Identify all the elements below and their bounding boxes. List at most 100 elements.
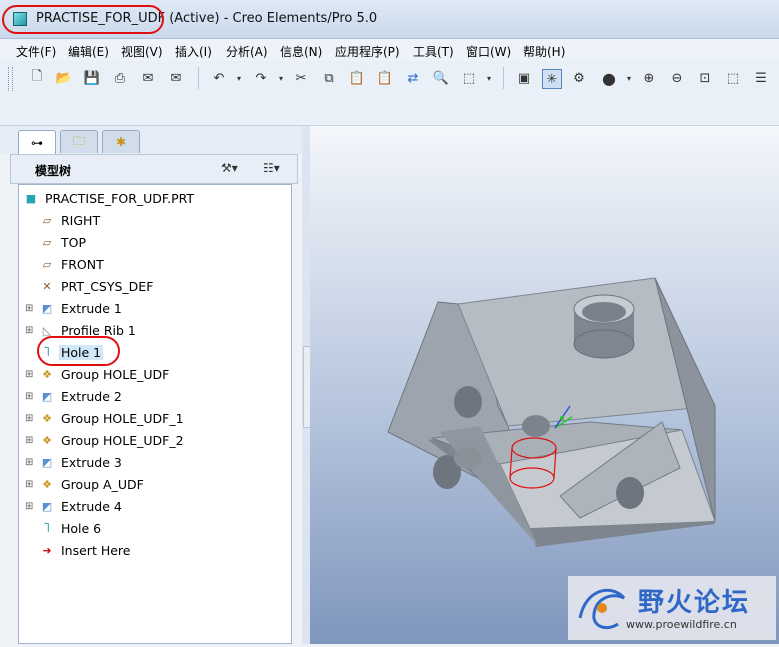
expand-icon[interactable]: ⊞	[25, 303, 35, 314]
datum-plane-icon: ▱	[42, 257, 52, 271]
tree-item[interactable]: ➜ Insert Here	[19, 540, 132, 560]
redo-icon[interactable]: ↷	[252, 69, 270, 87]
watermark-en: www.proewildfire.cn	[626, 618, 737, 631]
tree-item[interactable]: ⊞ ❖ Group HOLE_UDF_2	[19, 430, 186, 450]
model-tree-title: 模型树	[35, 164, 72, 178]
tree-item[interactable]: Ⴈ Hole 6	[19, 518, 103, 538]
annotation-icon[interactable]: ⬚	[724, 69, 742, 87]
group-icon: ❖	[42, 411, 52, 425]
zoom-out-icon[interactable]: ⊖	[668, 69, 686, 87]
layers-icon[interactable]: ☰	[752, 69, 770, 87]
send-mail-icon[interactable]: ✉	[167, 69, 185, 87]
menu-bar: 文件(F) 编辑(E) 视图(V) 插入(I) 分析(A) 信息(N) 应用程序…	[0, 39, 779, 61]
datum-plane-icon: ▱	[42, 213, 52, 227]
tree-item[interactable]: ⊞ ❖ Group HOLE_UDF_1	[19, 408, 186, 428]
spin-center-icon[interactable]: ✳	[542, 69, 562, 89]
paste-special-icon[interactable]: 📋	[376, 69, 394, 87]
shade-icon[interactable]: ●	[600, 69, 618, 88]
select-dropdown-icon[interactable]: ▾	[480, 69, 498, 87]
tree-item[interactable]: ⊞ ◩ Extrude 2	[19, 386, 124, 406]
open-icon[interactable]: 📂	[55, 69, 73, 87]
extrude-icon: ◩	[41, 499, 53, 513]
print-icon[interactable]: ⎙	[111, 69, 129, 87]
menu-window[interactable]: 窗口(W)	[466, 43, 511, 60]
tree-item[interactable]: ▱ TOP	[19, 232, 88, 252]
graphics-viewport[interactable]	[310, 126, 779, 644]
menu-tools[interactable]: 工具(T)	[413, 43, 454, 60]
group-icon: ❖	[42, 477, 52, 491]
tree-settings-icon[interactable]: ⚒▾	[221, 161, 238, 175]
menu-applications[interactable]: 应用程序(P)	[335, 43, 400, 60]
menu-insert[interactable]: 插入(I)	[175, 43, 212, 60]
undo-dropdown-icon[interactable]: ▾	[230, 69, 248, 87]
new-icon[interactable]: 🗋	[28, 69, 46, 87]
expand-icon[interactable]: ⊞	[25, 413, 35, 424]
tree-icon: ⊶	[31, 135, 43, 150]
tree-columns-icon[interactable]: ☷▾	[263, 161, 280, 175]
send-icon[interactable]: ✉	[139, 69, 157, 87]
tree-item[interactable]: ▱ RIGHT	[19, 210, 102, 230]
tree-item-label: FRONT	[61, 256, 104, 272]
toolbar-separator	[198, 67, 199, 89]
tree-item-label: PRT_CSYS_DEF	[61, 278, 154, 294]
copy-icon[interactable]: ⧉	[320, 69, 338, 87]
expand-icon[interactable]: ⊞	[25, 325, 35, 336]
tree-item[interactable]: ⊞ ❖ Group HOLE_UDF	[19, 364, 171, 384]
tab-folder-browser[interactable]: 🗀	[60, 130, 98, 153]
part-model	[387, 277, 716, 547]
menu-info[interactable]: 信息(N)	[280, 43, 322, 60]
panel-splitter[interactable]	[302, 126, 311, 644]
select-box-icon[interactable]: ⬚	[460, 69, 478, 87]
tree-item-label: TOP	[61, 234, 87, 250]
tree-item-label: Extrude 2	[61, 388, 122, 404]
expand-icon[interactable]: ⊞	[25, 435, 35, 446]
find-icon[interactable]: 🔍	[432, 69, 450, 87]
model-tree: ■ PRACTISE_FOR_UDF.PRT ▱ RIGHT ▱ TOP ▱ FRONT ✕ PR…	[18, 184, 292, 644]
navigator-tabs: ⊶ 🗀 ✱	[0, 126, 310, 154]
tree-root-item[interactable]: ■ PRACTISE_FOR_UDF.PRT	[19, 188, 196, 208]
tree-item[interactable]: ⊞ ❖ Group A_UDF	[19, 474, 146, 494]
extrude-icon: ◩	[41, 389, 53, 403]
tree-item-label: Extrude 4	[61, 498, 122, 514]
menu-file[interactable]: 文件(F)	[16, 43, 56, 60]
zoom-in-icon[interactable]: ⊕	[640, 69, 658, 87]
model-tree-header: 模型树 ⚒▾ ☷▾	[10, 154, 298, 184]
title-bar: PRACTISE_FOR_UDF (Active) - Creo Element…	[0, 0, 779, 39]
tree-item[interactable]: ⊞ ◩ Extrude 3	[19, 452, 124, 472]
tree-item-label: Insert Here	[61, 542, 131, 558]
paste-icon[interactable]: 📋	[348, 69, 366, 87]
expand-icon[interactable]: ⊞	[25, 369, 35, 380]
expand-icon[interactable]: ⊞	[25, 457, 35, 468]
refit-icon[interactable]: ⊡	[696, 69, 714, 87]
toolbar-grip[interactable]	[8, 67, 13, 91]
tree-item-label: PRACTISE_FOR_UDF.PRT	[45, 190, 195, 206]
part-icon: ■	[25, 191, 37, 205]
menu-edit[interactable]: 编辑(E)	[68, 43, 109, 60]
undo-icon[interactable]: ↶	[210, 69, 228, 87]
redo-dropdown-icon[interactable]: ▾	[272, 69, 290, 87]
menu-view[interactable]: 视图(V)	[121, 43, 163, 60]
regen-icon[interactable]: ⇄	[404, 69, 422, 87]
tab-favorites[interactable]: ✱	[102, 130, 140, 153]
csys-icon: ✕	[42, 279, 52, 293]
tree-item[interactable]: ⊞ ◩ Extrude 4	[19, 496, 124, 516]
title-highlight-annotation	[2, 5, 164, 34]
toolbar-separator-2	[503, 67, 504, 89]
tab-model-tree[interactable]: ⊶	[18, 130, 56, 154]
expand-icon[interactable]: ⊞	[25, 501, 35, 512]
shade-dropdown-icon[interactable]: ▾	[620, 69, 638, 87]
extrude-icon: ◩	[41, 455, 53, 469]
save-icon[interactable]: 💾	[83, 69, 101, 87]
cut-icon[interactable]: ✂	[292, 69, 310, 87]
tree-item[interactable]: ▱ FRONT	[19, 254, 106, 274]
orient-icon[interactable]: ⚙	[570, 69, 588, 87]
menu-help[interactable]: 帮助(H)	[523, 43, 565, 60]
menu-analysis[interactable]: 分析(A)	[226, 43, 268, 60]
watermark-cn: 野火论坛	[638, 588, 751, 618]
favorites-icon: ✱	[115, 135, 127, 149]
expand-icon[interactable]: ⊞	[25, 391, 35, 402]
expand-icon[interactable]: ⊞	[25, 479, 35, 490]
tree-item[interactable]: ⊞ ◩ Extrude 1	[19, 298, 124, 318]
tree-item[interactable]: ✕ PRT_CSYS_DEF	[19, 276, 155, 296]
repaint-icon[interactable]: ▣	[515, 69, 533, 87]
